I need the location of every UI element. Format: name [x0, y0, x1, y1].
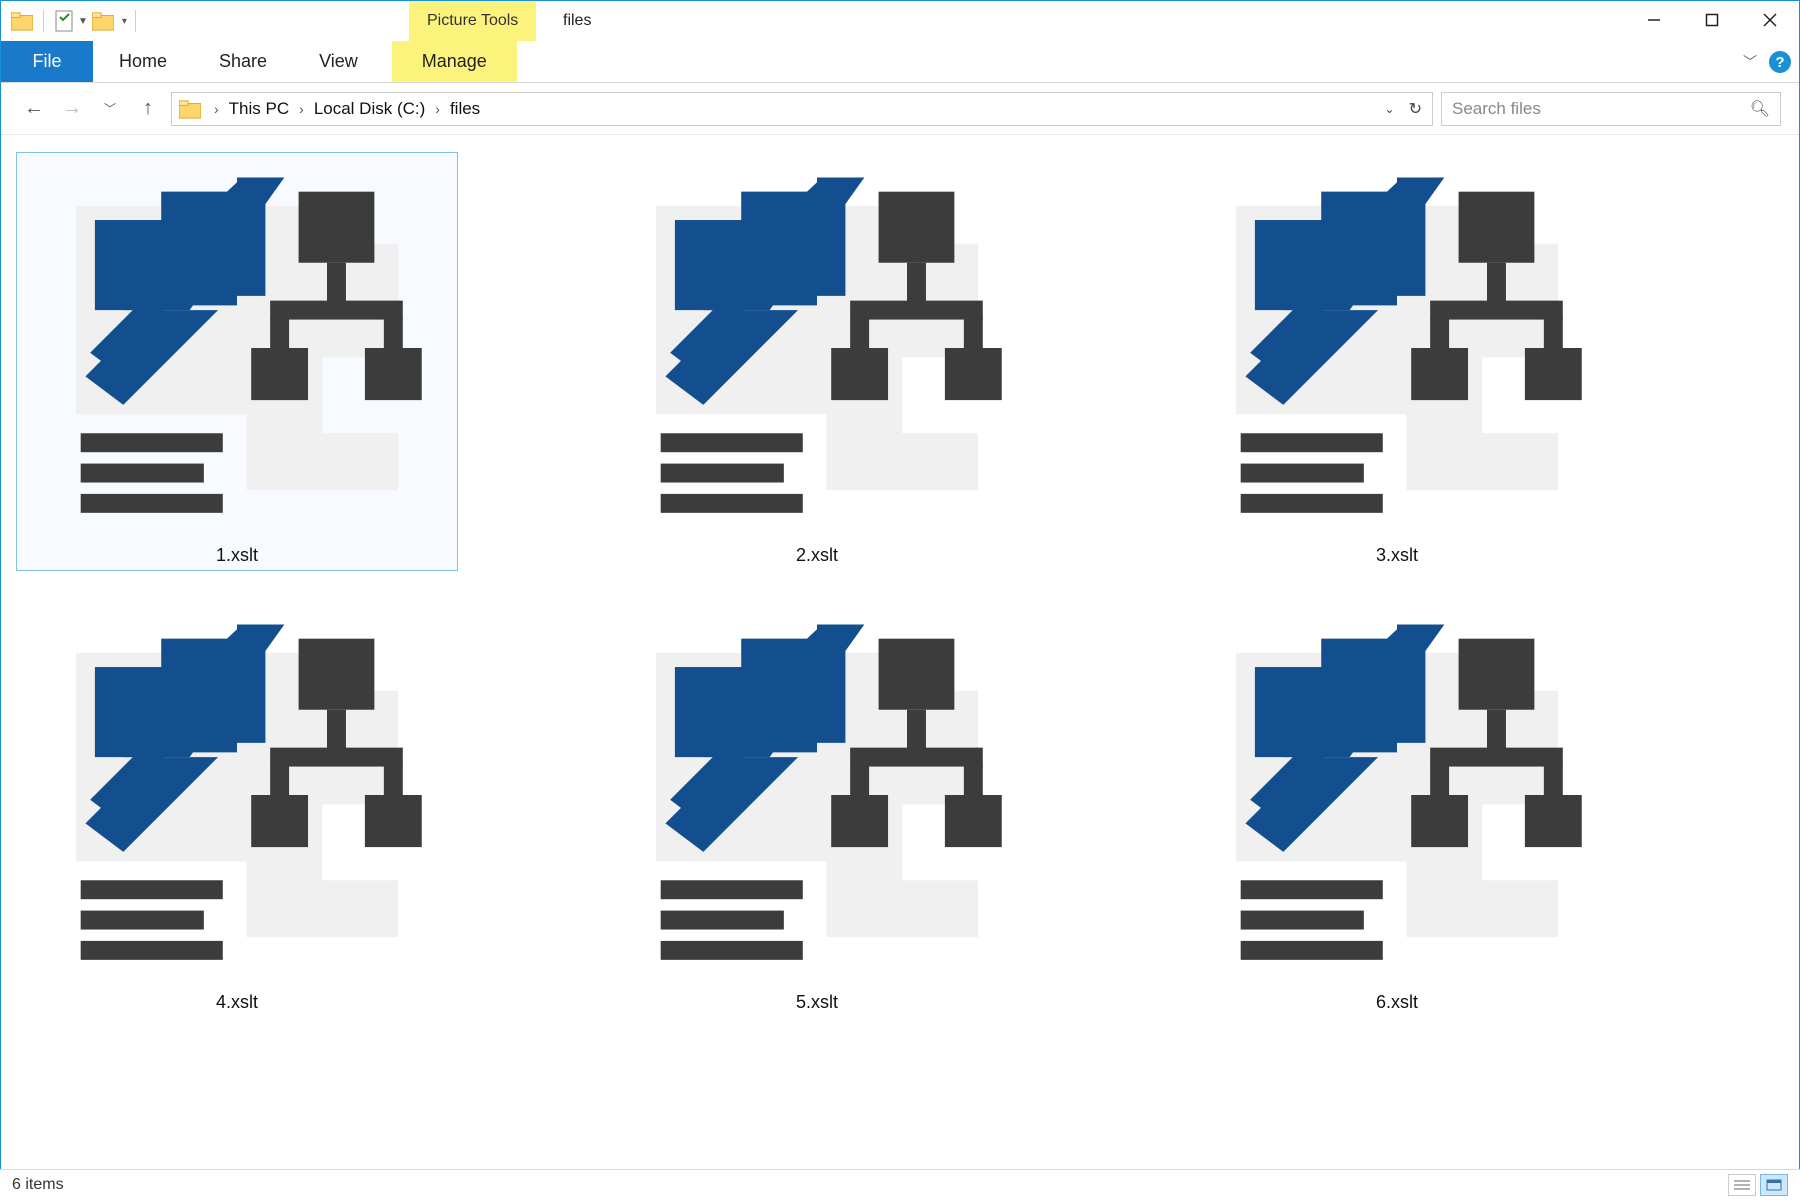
file-name-label: 5.xslt	[796, 986, 838, 1013]
search-placeholder: Search files	[1452, 99, 1750, 119]
refresh-icon[interactable]: ↻	[1409, 99, 1422, 119]
tab-view[interactable]: View	[293, 41, 384, 82]
title-bar: ▼ ▾ Picture Tools files	[1, 1, 1799, 41]
address-dropdown-icon[interactable]: ⌄	[1385, 102, 1395, 116]
window-title: files	[563, 1, 591, 41]
file-tab[interactable]: File	[1, 41, 93, 82]
xslt-file-icon	[1187, 157, 1607, 539]
file-name-label: 4.xslt	[216, 986, 258, 1013]
folder-icon	[9, 8, 35, 34]
tab-manage[interactable]: Manage	[392, 41, 517, 82]
up-button[interactable]: ↑	[133, 94, 163, 124]
back-button[interactable]: ←	[19, 94, 49, 124]
folder-icon	[178, 97, 202, 121]
file-item[interactable]: 2.xslt	[597, 153, 1037, 570]
tab-share[interactable]: Share	[193, 41, 293, 82]
breadcrumb-drive[interactable]: Local Disk (C:)	[310, 99, 429, 119]
xslt-file-icon	[607, 157, 1027, 539]
window-controls	[1625, 1, 1799, 39]
minimize-button[interactable]	[1625, 1, 1683, 39]
chevron-down-icon[interactable]: ▼	[78, 16, 88, 27]
file-name-label: 6.xslt	[1376, 986, 1418, 1013]
address-bar[interactable]: › This PC › Local Disk (C:) › files ⌄ ↻	[171, 92, 1433, 126]
contextual-tab-label: Picture Tools	[409, 1, 536, 41]
qat-customize-chevron-icon[interactable]: ▾	[122, 16, 127, 27]
breadcrumb-folder[interactable]: files	[446, 99, 484, 119]
search-icon[interactable]: 🔍︎	[1750, 99, 1770, 119]
tab-home[interactable]: Home	[93, 41, 193, 82]
forward-button[interactable]: →	[57, 94, 87, 124]
file-item[interactable]: 6.xslt	[1177, 600, 1617, 1017]
chevron-right-icon[interactable]: ›	[429, 101, 446, 117]
xslt-file-icon	[1187, 604, 1607, 986]
recent-locations-button[interactable]: ﹀	[95, 94, 125, 124]
chevron-right-icon[interactable]: ›	[208, 101, 225, 117]
status-item-count: 6 items	[12, 1176, 64, 1194]
file-item[interactable]: 3.xslt	[1177, 153, 1617, 570]
file-name-label: 1.xslt	[216, 539, 258, 566]
file-item[interactable]: 4.xslt	[17, 600, 457, 1017]
file-item[interactable]: 5.xslt	[597, 600, 1037, 1017]
ribbon-tabs: File Home Share View Manage ﹀ ?	[1, 41, 1799, 83]
maximize-button[interactable]	[1683, 1, 1741, 39]
breadcrumb-this-pc[interactable]: This PC	[225, 99, 293, 119]
quick-access-toolbar: ▼ ▾	[1, 1, 142, 41]
file-name-label: 2.xslt	[796, 539, 838, 566]
xslt-file-icon	[27, 604, 447, 986]
collapse-ribbon-icon[interactable]: ﹀	[1743, 52, 1757, 72]
thumbnails-view-button[interactable]	[1760, 1174, 1788, 1196]
xslt-file-icon	[607, 604, 1027, 986]
file-list-area[interactable]: 1.xslt 2.xslt 3.xslt 4.xslt 5.xslt 6.xslt	[1, 135, 1799, 1169]
help-icon[interactable]: ?	[1769, 51, 1791, 73]
chevron-right-icon[interactable]: ›	[293, 101, 310, 117]
search-input[interactable]: Search files 🔍︎	[1441, 92, 1781, 126]
properties-icon[interactable]	[52, 8, 78, 34]
details-view-button[interactable]	[1728, 1174, 1756, 1196]
file-item[interactable]: 1.xslt	[17, 153, 457, 570]
new-folder-icon[interactable]	[90, 8, 116, 34]
navigation-bar: ← → ﹀ ↑ › This PC › Local Disk (C:) › fi…	[1, 83, 1799, 135]
xslt-file-icon	[27, 157, 447, 539]
file-name-label: 3.xslt	[1376, 539, 1418, 566]
status-bar: 6 items	[0, 1169, 1800, 1200]
close-button[interactable]	[1741, 1, 1799, 39]
